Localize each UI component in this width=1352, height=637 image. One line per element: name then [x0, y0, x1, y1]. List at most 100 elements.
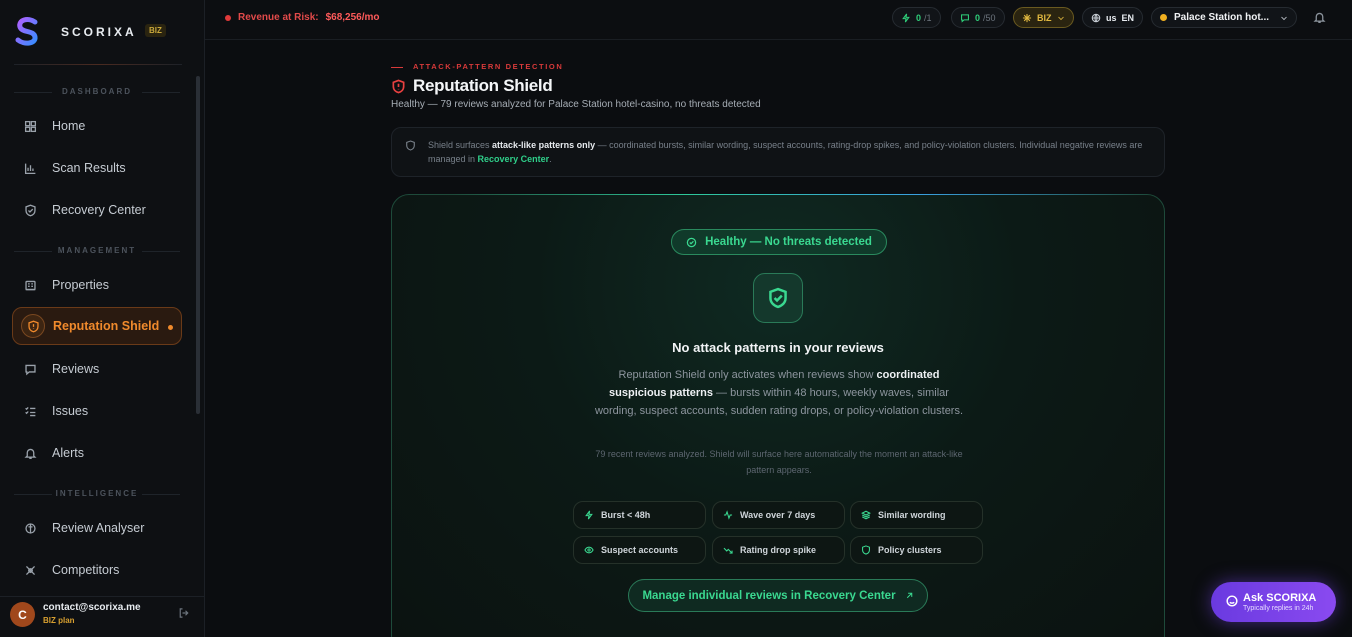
info-notice: Shield surfaces attack-like patterns onl… [391, 127, 1165, 177]
sidebar-item-alerts[interactable]: Alerts [12, 434, 182, 472]
shield-info-icon [406, 140, 415, 151]
region-code: us [1106, 12, 1117, 23]
notice-text-bold: attack-like patterns only [492, 140, 596, 150]
cta-label: Manage individual reviews in Recovery Ce… [642, 589, 896, 602]
page-title: Reputation Shield [391, 76, 553, 96]
sidebar-item-properties[interactable]: Properties [12, 266, 182, 304]
sidebar-item-review-analyser[interactable]: Review Analyser [12, 509, 182, 547]
language-code: EN [1121, 12, 1135, 23]
property-selector[interactable]: Palace Station hot... [1151, 7, 1297, 28]
pattern-chip-accounts: Suspect accounts [573, 536, 706, 564]
scan-used: 0 [916, 12, 922, 23]
globe-icon [1091, 13, 1101, 22]
chip-label: Wave over 7 days [740, 510, 816, 520]
sidebar-item-scan-results[interactable]: Scan Results [12, 149, 182, 187]
notifications-bell-icon[interactable] [1313, 11, 1326, 24]
sidebar-item-label: Reputation Shield [53, 319, 160, 333]
scan-total: /1 [924, 12, 932, 23]
user-card[interactable]: C contact@scorixa.me BIZ plan [0, 596, 205, 637]
analyser-icon [25, 522, 36, 534]
manage-reviews-button[interactable]: Manage individual reviews in Recovery Ce… [628, 579, 928, 612]
topbar: Revenue at Risk: $68,256/mo 0 /1 0 /50 B… [205, 0, 1352, 40]
shield-check-icon [753, 273, 803, 323]
grid-icon [24, 120, 37, 132]
message-icon [25, 364, 36, 375]
activity-icon [723, 510, 733, 520]
active-indicator-dot [168, 325, 173, 330]
logout-icon[interactable] [178, 607, 190, 619]
brand-name: SCORIXA [61, 25, 137, 39]
card-heading: No attack patterns in your reviews [672, 340, 884, 355]
risk-value: $68,256/mo [325, 12, 380, 23]
chip-label: Suspect accounts [601, 545, 679, 555]
sidebar-item-label: Properties [52, 278, 109, 292]
notice-text-post: . [549, 154, 552, 164]
chevron-down-icon [1057, 16, 1064, 20]
ask-scorixa-button[interactable]: Ask SCORIXA Typically replies in 24h [1211, 582, 1336, 622]
plan-badge: BIZ [145, 24, 166, 37]
user-email: contact@scorixa.me [43, 602, 141, 613]
sidebar-item-recovery-center[interactable]: Recovery Center [12, 191, 182, 229]
plan-switcher[interactable]: BIZ [1013, 7, 1074, 28]
pattern-chip-policy: Policy clusters [850, 536, 983, 564]
status-text: Healthy — No threats detected [705, 236, 872, 248]
divider [14, 64, 182, 65]
property-name: Palace Station hot... [1174, 12, 1270, 23]
sidebar-item-label: Review Analyser [52, 521, 145, 535]
sidebar-item-label: Issues [52, 404, 89, 418]
risk-dot-icon [225, 14, 231, 21]
crosshair-icon [25, 565, 36, 575]
pattern-chip-rating-drop: Rating drop spike [712, 536, 845, 564]
chat-icon [961, 13, 969, 23]
pattern-chip-wording: Similar wording [850, 501, 983, 529]
building-icon [25, 280, 36, 290]
sidebar-item-issues[interactable]: Issues [12, 392, 182, 430]
scan-quota-pill[interactable]: 0 /1 [892, 7, 941, 28]
sidebar-item-label: Alerts [52, 446, 84, 460]
sidebar-item-home[interactable]: Home [12, 107, 182, 145]
language-switcher[interactable]: us EN [1082, 7, 1144, 28]
ask-subtitle: Typically replies in 24h [1243, 605, 1314, 612]
card-desc-pre: Reputation Shield only activates when re… [618, 369, 877, 381]
sidebar-item-label: Recovery Center [52, 203, 146, 217]
reply-used: 0 [975, 12, 981, 23]
reply-total: /50 [983, 12, 996, 23]
trending-down-icon [723, 547, 733, 554]
shield-check-icon [25, 204, 36, 216]
property-status-dot [1160, 14, 1167, 21]
sidebar-item-reputation-shield[interactable]: Reputation Shield [12, 307, 182, 345]
layers-icon [861, 510, 871, 520]
sparkle-icon [1022, 13, 1032, 22]
sidebar-item-label: Competitors [52, 563, 120, 577]
reply-quota-pill[interactable]: 0 /50 [951, 7, 1005, 28]
assistant-icon [1226, 595, 1238, 607]
notice-text-pre: Shield surfaces [428, 140, 493, 150]
recovery-center-link[interactable]: Recovery Center [478, 154, 550, 164]
chevron-down-icon [1281, 16, 1287, 20]
card-description: Reputation Shield only activates when re… [594, 366, 964, 420]
page-subtitle: Healthy — 79 reviews analyzed for Palace… [391, 99, 761, 110]
sidebar-item-label: Home [52, 119, 86, 133]
ask-title: Ask SCORIXA [1243, 592, 1317, 604]
revenue-at-risk[interactable]: Revenue at Risk: $68,256/mo [225, 12, 380, 23]
check-circle-icon [686, 237, 697, 247]
scorixa-logo-icon [15, 17, 38, 46]
eye-icon [584, 546, 594, 554]
avatar: C [10, 602, 35, 627]
chip-label: Burst < 48h [601, 510, 651, 520]
sidebar-item-label: Scan Results [52, 161, 126, 175]
pattern-chip-wave: Wave over 7 days [712, 501, 845, 529]
plan-label: BIZ [1037, 12, 1052, 23]
list-check-icon [25, 406, 36, 416]
sidebar-scrollbar[interactable] [196, 76, 200, 414]
lightning-icon [585, 510, 593, 520]
sidebar-item-reviews[interactable]: Reviews [12, 350, 182, 388]
sidebar-item-competitors[interactable]: Competitors [12, 551, 182, 589]
chip-label: Policy clusters [878, 545, 942, 555]
brand[interactable]: SCORIXA BIZ [14, 16, 194, 48]
chip-label: Rating drop spike [740, 545, 817, 555]
section-label-management: MANAGEMENT [12, 246, 182, 255]
section-label-intelligence: INTELLIGENCE [12, 489, 182, 498]
shield-status-card: Healthy — No threats detected No attack … [391, 194, 1165, 637]
status-badge: Healthy — No threats detected [671, 229, 887, 255]
